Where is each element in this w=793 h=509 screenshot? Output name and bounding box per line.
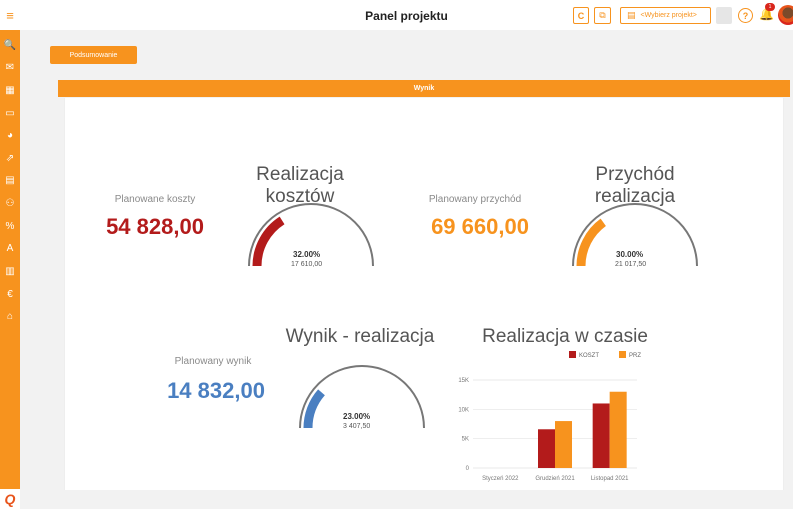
planned-revenue-label: Planowany przychód [428, 194, 522, 205]
lock-icon[interactable]: ⌂ [0, 309, 20, 325]
search-icon[interactable]: 🔍 [0, 38, 20, 54]
bar-koszt-2[interactable] [592, 403, 610, 468]
header: Panel projektu C ⧉ ▤ <Wybierz projekt> ?… [20, 0, 793, 30]
export-icon[interactable]: ⇗ [0, 151, 20, 167]
help-icon[interactable]: ? [738, 8, 753, 23]
y-tick-label-1: 5K [462, 437, 469, 443]
legend-label-1[interactable]: PRZYCHÓD [629, 352, 641, 359]
percent-icon[interactable]: % [0, 219, 20, 235]
summary-button[interactable]: Podsumowanie [50, 46, 137, 64]
result-gauge-fill [303, 389, 325, 429]
pie-chart-icon[interactable]: ◕ [0, 128, 20, 144]
open-external-button[interactable]: ⧉ [594, 7, 611, 24]
bar-koszt-1[interactable] [538, 429, 555, 468]
main-area: Podsumowanie Wynik Planowane koszty 54 8… [20, 30, 793, 509]
revenue-gauge-value: 21 017,50 [615, 261, 647, 268]
user-remove-icon[interactable]: ⚇ [0, 196, 20, 212]
time-bar-chart: KOSZT PRZYCHÓD 0 5K 10K 15K Styczeń 2022 Grudzi… [458, 351, 641, 482]
result-gauge-value: 3 407,50 [343, 423, 371, 430]
planned-costs-value: 54 828,00 [106, 214, 204, 239]
y-tick-label-2: 10K [458, 407, 469, 413]
planned-revenue-value: 69 660,00 [431, 214, 529, 239]
help-label: ? [742, 10, 749, 21]
mail-icon[interactable]: ✉ [0, 60, 20, 76]
sidebar: ≡ 🔍 ✉ ▦ ▭ ◕ ⇗ ▤ ⚇% A ▥ € ⌂ Q [0, 0, 20, 509]
inbox-icon[interactable]: ▭ [0, 106, 20, 122]
notification-badge: 1 [765, 3, 775, 11]
cost-gauge-percent: 32.00% [293, 250, 321, 259]
project-select[interactable]: ▤ <Wybierz projekt> [620, 7, 711, 24]
euro-icon[interactable]: € [0, 287, 20, 303]
planned-costs-label: Planowane koszty [114, 194, 196, 205]
disabled-button[interactable] [716, 7, 732, 24]
cost-gauge-value: 17 610,00 [291, 261, 323, 268]
document-a-icon[interactable]: A [0, 241, 20, 257]
result-gauge-percent: 23.00% [343, 412, 371, 421]
result-realization-title: Wynik - realizacja [285, 326, 435, 347]
app-logo: Q [0, 489, 20, 509]
project-select-value: <Wybierz projekt> [640, 12, 697, 19]
content-panel: Planowane koszty 54 828,00 Realizacja ko… [64, 98, 784, 490]
legend-swatch-0 [569, 351, 576, 358]
revenue-gauge-percent: 30.00% [616, 250, 644, 259]
external-link-icon: ⧉ [599, 10, 606, 20]
calendar-icon[interactable]: ▦ [0, 83, 20, 99]
planned-result-value: 14 832,00 [167, 378, 265, 403]
x-tick-label-0: Styczeń 2022 [482, 476, 519, 482]
map-icon[interactable]: ▤ [0, 173, 20, 189]
bar-przychód-2[interactable] [609, 391, 627, 468]
result-bar[interactable]: Wynik [58, 80, 790, 97]
y-tick-label-0: 0 [466, 466, 470, 472]
planned-result-label: Planowany wynik [174, 356, 252, 367]
legend-label-0[interactable]: KOSZT [579, 353, 599, 359]
refresh-button[interactable]: C [573, 7, 589, 24]
hamburger-icon[interactable]: ≡ [6, 9, 14, 22]
receipt-icon[interactable]: ▥ [0, 264, 20, 280]
x-tick-label-1: Grudzień 2021 [535, 476, 575, 482]
x-tick-label-2: Listopad 2021 [591, 476, 629, 482]
avatar[interactable] [778, 5, 793, 25]
refresh-icon: C [577, 10, 585, 21]
y-tick-label-3: 15K [458, 378, 469, 384]
legend-swatch-1 [619, 351, 626, 358]
time-chart-title: Realizacja w czasie [482, 326, 648, 347]
bar-przychód-1[interactable] [555, 421, 572, 468]
document-icon: ▤ [627, 10, 636, 20]
cost-gauge-fill [252, 216, 285, 267]
menu-toggle[interactable]: ≡ [0, 0, 20, 30]
